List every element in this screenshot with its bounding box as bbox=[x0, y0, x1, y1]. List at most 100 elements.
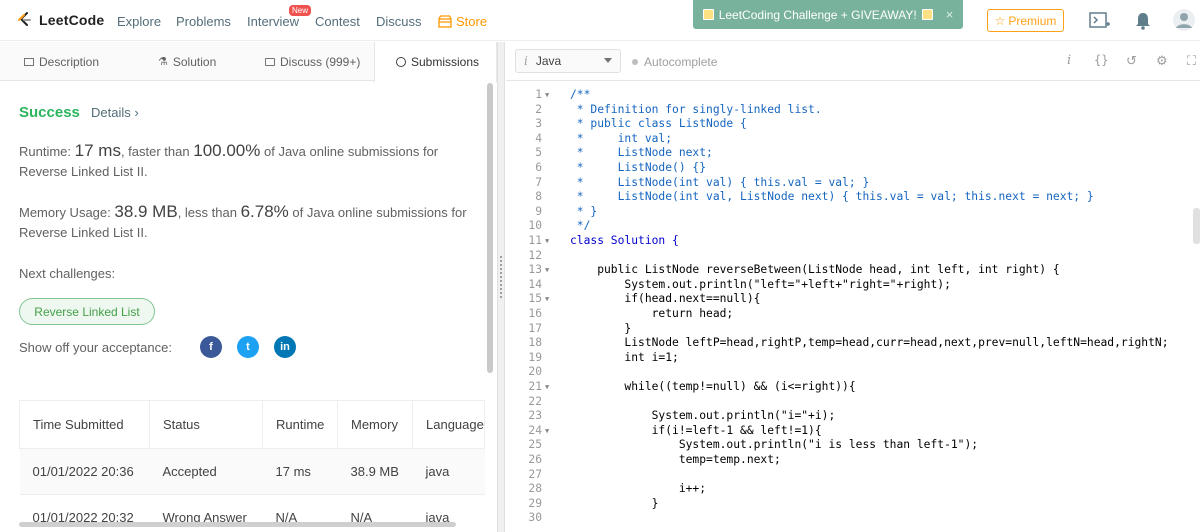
braces-icon[interactable]: {} bbox=[1094, 53, 1108, 67]
table-row[interactable]: 01/01/2022 20:36 Accepted 17 ms 38.9 MB … bbox=[19, 448, 485, 495]
facebook-icon[interactable]: f bbox=[200, 336, 222, 358]
cell-status[interactable]: Accepted bbox=[149, 448, 263, 495]
code-line[interactable]: 30 bbox=[506, 511, 1200, 526]
nav-problems[interactable]: Problems bbox=[176, 14, 231, 29]
code-line[interactable]: 7 * ListNode(int val) { this.val = val; … bbox=[506, 176, 1200, 191]
language-select[interactable]: i Java bbox=[515, 49, 621, 73]
nav-interview[interactable]: Interview bbox=[247, 14, 299, 29]
settings-icon[interactable]: ⚙ bbox=[1156, 53, 1168, 69]
code-line[interactable]: 4 * int val; bbox=[506, 132, 1200, 147]
code-line[interactable]: 27 bbox=[506, 468, 1200, 483]
runtime-percentile: 100.00% bbox=[193, 141, 261, 160]
clock-icon bbox=[396, 57, 406, 67]
avatar-icon[interactable] bbox=[1172, 8, 1196, 32]
col-language[interactable]: Language bbox=[412, 400, 485, 449]
line-number: 25 bbox=[528, 438, 542, 452]
code-text: if(i!=left-1 && left!=1){ bbox=[570, 423, 822, 437]
code-line[interactable]: 24 ▼ if(i!=left-1 && left!=1){ bbox=[506, 424, 1200, 439]
tab-discuss-label: Discuss (999+) bbox=[280, 54, 361, 69]
bell-icon[interactable] bbox=[1135, 11, 1151, 30]
autocomplete-toggle[interactable]: Autocomplete bbox=[632, 55, 717, 69]
drag-handle-icon[interactable] bbox=[500, 256, 502, 298]
store-icon bbox=[438, 15, 452, 28]
code-line[interactable]: 2 * Definition for singly-linked list. bbox=[506, 103, 1200, 118]
code-line[interactable]: 12 bbox=[506, 249, 1200, 264]
fold-arrow-icon[interactable]: ▼ bbox=[545, 234, 549, 249]
code-line[interactable]: 29 } bbox=[506, 497, 1200, 512]
fold-arrow-icon[interactable]: ▼ bbox=[545, 380, 549, 395]
details-link[interactable]: Details › bbox=[91, 105, 139, 120]
linkedin-icon[interactable]: in bbox=[274, 336, 296, 358]
left-horizontal-scrollbar[interactable] bbox=[19, 522, 456, 527]
line-number: 29 bbox=[528, 496, 542, 510]
code-line[interactable]: 26 temp=temp.next; bbox=[506, 453, 1200, 468]
code-line[interactable]: 10 */ bbox=[506, 219, 1200, 234]
editor-scrollbar[interactable] bbox=[1193, 208, 1200, 244]
code-line[interactable]: 16 return head; bbox=[506, 307, 1200, 322]
premium-label: Premium bbox=[1008, 13, 1057, 28]
line-number: 17 bbox=[528, 321, 542, 335]
code-line[interactable]: 25 System.out.println("i is less than le… bbox=[506, 438, 1200, 453]
col-memory[interactable]: Memory bbox=[337, 400, 413, 449]
line-number: 4 bbox=[535, 131, 542, 145]
logo[interactable]: LeetCode bbox=[16, 11, 104, 29]
nav-explore[interactable]: Explore bbox=[117, 14, 161, 29]
code-line[interactable]: 19 int i=1; bbox=[506, 351, 1200, 366]
code-line[interactable]: 6 * ListNode() {} bbox=[506, 161, 1200, 176]
fullscreen-icon[interactable]: ⛶ bbox=[1187, 53, 1196, 69]
line-number: 22 bbox=[528, 394, 542, 408]
banner-close-icon[interactable]: × bbox=[946, 7, 954, 22]
code-line[interactable]: 23 System.out.println("i="+i); bbox=[506, 409, 1200, 424]
line-number: 10 bbox=[528, 219, 542, 233]
tab-submissions-label: Submissions bbox=[411, 55, 480, 69]
code-line[interactable]: 14 System.out.println("left="+left+"righ… bbox=[506, 278, 1200, 293]
code-line[interactable]: 17 } bbox=[506, 322, 1200, 337]
fold-arrow-icon[interactable]: ▼ bbox=[545, 263, 549, 278]
col-time-submitted[interactable]: Time Submitted bbox=[19, 400, 150, 449]
code-line[interactable]: 3 * public class ListNode { bbox=[506, 117, 1200, 132]
challenge-banner[interactable]: LeetCoding Challenge + GIVEAWAY! × bbox=[693, 0, 963, 29]
nav-contest[interactable]: Contest bbox=[315, 14, 360, 29]
col-runtime[interactable]: Runtime bbox=[262, 400, 338, 449]
gift-icon bbox=[702, 9, 714, 20]
tab-description[interactable]: Description bbox=[24, 42, 99, 81]
info-icon[interactable]: i bbox=[1067, 53, 1071, 68]
line-number: 1 bbox=[535, 88, 542, 101]
premium-button[interactable]: ☆ Premium bbox=[987, 9, 1064, 32]
code-line[interactable]: 8 * ListNode(int val, ListNode next) { t… bbox=[506, 190, 1200, 205]
line-number: 28 bbox=[528, 482, 542, 496]
playground-icon[interactable] bbox=[1089, 11, 1111, 31]
tab-submissions[interactable]: Submissions bbox=[374, 42, 497, 82]
runtime-tail: of Java online submissions for bbox=[263, 144, 439, 159]
code-line[interactable]: 20 bbox=[506, 365, 1200, 380]
tab-discuss[interactable]: Discuss (999+) bbox=[265, 42, 360, 81]
line-number: 13 bbox=[528, 263, 542, 277]
nav-discuss[interactable]: Discuss bbox=[376, 14, 422, 29]
code-line[interactable]: 28 i++; bbox=[506, 482, 1200, 497]
left-vertical-scrollbar[interactable] bbox=[487, 83, 493, 373]
code-line[interactable]: 11 ▼ class Solution { bbox=[506, 234, 1200, 249]
reset-icon[interactable]: ↺ bbox=[1126, 53, 1137, 69]
col-status[interactable]: Status bbox=[149, 400, 263, 449]
editor-toolbar: i Java Autocomplete i {} ↺ ⚙ ⛶ bbox=[506, 42, 1200, 81]
code-line[interactable]: 18 ListNode leftP=head,rightP,temp=head,… bbox=[506, 336, 1200, 351]
fold-arrow-icon[interactable]: ▼ bbox=[545, 88, 549, 103]
fold-arrow-icon[interactable]: ▼ bbox=[545, 424, 549, 439]
code-line[interactable]: 15 ▼ if(head.next==null){ bbox=[506, 292, 1200, 307]
code-line[interactable]: 21 ▼ while((temp!=null) && (i<=right)){ bbox=[506, 380, 1200, 395]
next-challenge-pill[interactable]: Reverse Linked List bbox=[19, 298, 155, 325]
twitter-icon[interactable]: t bbox=[237, 336, 259, 358]
tab-solution[interactable]: ⚗ Solution bbox=[158, 42, 216, 81]
code-text: while((temp!=null) && (i<=right)){ bbox=[570, 380, 856, 393]
code-text: class Solution { bbox=[570, 234, 679, 247]
cell-time: 01/01/2022 20:36 bbox=[19, 448, 150, 495]
code-line[interactable]: 1 ▼ /** bbox=[506, 88, 1200, 103]
code-line[interactable]: 9 * } bbox=[506, 205, 1200, 220]
code-editor[interactable]: 1 ▼/** 2 * Definition for singly-linked li… bbox=[506, 82, 1200, 532]
code-line[interactable]: 13 ▼ public ListNode reverseBetween(ListN… bbox=[506, 263, 1200, 278]
code-line[interactable]: 22 bbox=[506, 395, 1200, 410]
fold-arrow-icon[interactable]: ▼ bbox=[545, 292, 549, 307]
code-line[interactable]: 5 * ListNode next; bbox=[506, 146, 1200, 161]
code-text: i++; bbox=[570, 482, 707, 496]
nav-store[interactable]: Store bbox=[438, 14, 487, 29]
